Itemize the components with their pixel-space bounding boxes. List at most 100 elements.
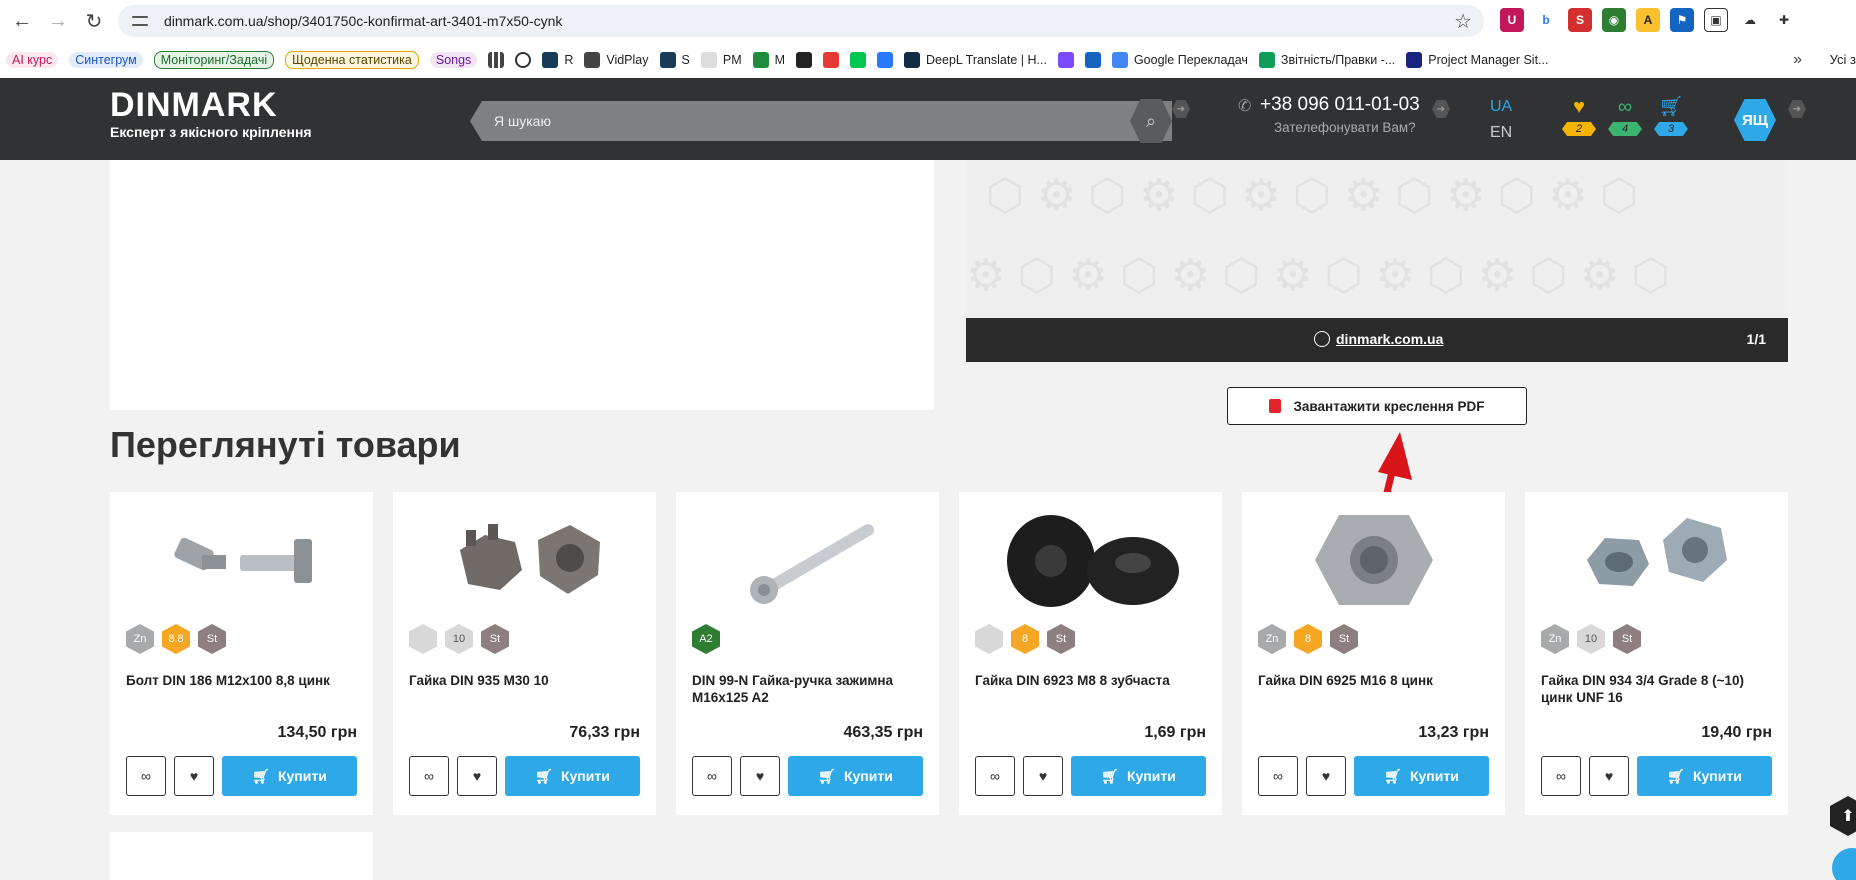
record-extension-icon[interactable]: ◉ <box>1602 8 1626 32</box>
compare-button[interactable]: ∞ <box>1541 756 1581 796</box>
address-bar[interactable]: dinmark.com.ua/shop/3401750c-konfirmat-a… <box>118 5 1484 37</box>
bookmark-item[interactable]: M <box>752 52 785 68</box>
technical-drawing[interactable]: ⬡ ⚙ ⬡ ⚙ ⬡ ⚙ ⬡ ⚙ ⬡ ⚙ ⬡ ⚙ ⬡ ⚙ ⬡ ⚙ ⬡ ⚙ ⬡ ⚙ … <box>966 160 1788 318</box>
telegram-icon[interactable] <box>1832 848 1856 880</box>
s-extension-icon[interactable]: S <box>1568 8 1592 32</box>
compare-button[interactable]: ∞ <box>409 756 449 796</box>
buy-button[interactable]: 🛒︎ Купити <box>1354 756 1489 796</box>
bookmark-label: Синтегрум <box>75 53 137 67</box>
product-card[interactable]: Zn 8 St Гайка DIN 6925 M16 8 цинк 13,23 грн ∞… <box>1242 492 1505 815</box>
bookmark-item[interactable] <box>488 52 505 68</box>
buy-button[interactable]: 🛒︎ Купити <box>505 756 640 796</box>
product-card[interactable]: Zn 10 St Гайка DIN 934 3/4 Grade 8 (~10) ци… <box>1525 492 1788 815</box>
forward-icon[interactable]: → <box>42 5 74 37</box>
back-icon[interactable]: ← <box>6 5 38 37</box>
bookmark-item[interactable]: S <box>659 52 690 68</box>
bookmarks-overflow-icon[interactable]: » <box>1793 51 1802 69</box>
bookmark-item[interactable] <box>1057 52 1074 68</box>
product-actions: ∞ ♥ 🛒︎ Купити <box>126 756 357 796</box>
bookmark-item[interactable]: Щоденна статистика <box>285 51 419 69</box>
bookmark-item[interactable]: VidPlay <box>584 52 649 68</box>
bookmark-star-icon[interactable]: ☆ <box>1454 9 1472 34</box>
phone-block[interactable]: ✆ +38 096 011-01-03 Зателефонувати Вам? <box>1238 94 1420 135</box>
product-card[interactable]: 8 St Гайка DIN 6923 M8 8 зубчаста 1,69 грн ∞… <box>959 492 1222 815</box>
bookmark-item[interactable] <box>1084 52 1101 68</box>
favorite-button[interactable]: ♥ <box>1023 756 1063 796</box>
product-card[interactable]: A2 DIN 99-N Гайка-ручка зажимна M16x125 A… <box>676 492 939 815</box>
b-extension-icon[interactable]: b <box>1534 8 1558 32</box>
lang-en[interactable]: EN <box>1490 120 1512 146</box>
compare-button[interactable]: ∞ <box>692 756 732 796</box>
material-badge: St <box>1613 624 1641 654</box>
callback-link[interactable]: Зателефонувати Вам? <box>1274 120 1420 135</box>
translate-extension-icon[interactable]: A <box>1636 8 1660 32</box>
product-image[interactable] <box>969 500 1212 620</box>
search-arrow-icon[interactable]: ➔ <box>1172 100 1190 118</box>
product-price: 13,23 грн <box>1418 724 1489 741</box>
product-image[interactable] <box>686 500 929 620</box>
product-name[interactable]: Гайка DIN 935 M30 10 <box>409 672 644 689</box>
bookmark-item[interactable] <box>877 52 894 68</box>
drawing-site-link[interactable]: dinmark.com.ua <box>1336 331 1443 347</box>
product-image[interactable] <box>120 500 363 620</box>
bookmark-item[interactable]: DeepL Translate | Н... <box>904 52 1047 68</box>
all-bookmarks-folder[interactable]: Усі з <box>1830 52 1856 67</box>
favorite-button[interactable]: ♥ <box>1589 756 1629 796</box>
compare-button[interactable]: ∞ <box>126 756 166 796</box>
lang-ua[interactable]: UA <box>1490 94 1512 120</box>
download-pdf-button[interactable]: Завантажити креслення PDF <box>1227 387 1527 425</box>
account-arrow-icon[interactable]: ➔ <box>1788 100 1806 118</box>
bookmark-item[interactable]: Project Manager Sit... <box>1406 52 1548 68</box>
cloud-extension-icon[interactable]: ☁ <box>1738 8 1762 32</box>
user-avatar[interactable]: ЯЩ <box>1734 99 1776 141</box>
bookmark-item[interactable]: Songs <box>429 52 478 68</box>
product-card-partial[interactable] <box>110 832 373 880</box>
puzzle-extension-icon[interactable]: ✚ <box>1772 8 1796 32</box>
product-name[interactable]: Гайка DIN 6923 M8 8 зубчаста <box>975 672 1210 689</box>
product-name[interactable]: DIN 99-N Гайка-ручка зажимна M16x125 A2 <box>692 672 927 706</box>
bookmark-item[interactable]: R <box>542 52 573 68</box>
bookmark-item[interactable]: Звітність/Правки -... <box>1258 52 1395 68</box>
compare-button[interactable]: ∞ <box>1258 756 1298 796</box>
buy-button[interactable]: 🛒︎ Купити <box>1071 756 1206 796</box>
product-image[interactable] <box>1252 500 1495 620</box>
favorites-button[interactable]: ♥ 2 <box>1561 96 1597 137</box>
buy-button[interactable]: 🛒︎ Купити <box>222 756 357 796</box>
image-extension-icon[interactable]: ▣ <box>1704 8 1728 32</box>
product-name[interactable]: Гайка DIN 934 3/4 Grade 8 (~10) цинк UNF… <box>1541 672 1776 706</box>
cart-button[interactable]: 🛒︎ 3 <box>1653 96 1689 137</box>
shield-extension-icon[interactable]: U <box>1500 8 1524 32</box>
bookmark-item[interactable] <box>515 52 532 68</box>
favorite-button[interactable]: ♥ <box>174 756 214 796</box>
bookmarks-bar: AI курс Синтегрум Моніторинг/Задачі Щоденна… <box>0 42 1856 78</box>
favorite-button[interactable]: ♥ <box>740 756 780 796</box>
flag-extension-icon[interactable]: ⚑ <box>1670 8 1694 32</box>
site-info-icon[interactable] <box>132 13 148 29</box>
compare-button[interactable]: ∞ <box>975 756 1015 796</box>
compare-button[interactable]: ∞ 4 <box>1607 96 1643 137</box>
favorite-button[interactable]: ♥ <box>1306 756 1346 796</box>
phone-arrow-icon[interactable]: ➔ <box>1432 100 1450 118</box>
site-logo[interactable]: DINMARK Експерт з якісного кріплення <box>110 88 312 140</box>
buy-button[interactable]: 🛒︎ Купити <box>1637 756 1772 796</box>
product-image[interactable] <box>403 500 646 620</box>
phone-number[interactable]: +38 096 011-01-03 <box>1260 94 1420 116</box>
product-name[interactable]: Болт DIN 186 M12x100 8,8 цинк <box>126 672 361 689</box>
scroll-top-button[interactable]: ⬆ <box>1830 796 1856 836</box>
product-card[interactable]: 10 St Гайка DIN 935 M30 10 76,33 грн ∞ ♥ 🛒︎ Куп… <box>393 492 656 815</box>
bookmark-item[interactable]: PM <box>700 52 742 68</box>
search-input[interactable] <box>470 101 1070 141</box>
favorite-button[interactable]: ♥ <box>457 756 497 796</box>
product-name[interactable]: Гайка DIN 6925 M16 8 цинк <box>1258 672 1493 689</box>
reload-icon[interactable]: ↻ <box>78 5 110 37</box>
bookmark-item[interactable]: Синтегрум <box>69 52 143 68</box>
bookmark-item[interactable] <box>850 52 867 68</box>
bookmark-item[interactable]: AI курс <box>6 52 59 68</box>
bookmark-item[interactable]: Моніторинг/Задачі <box>153 51 275 69</box>
product-card[interactable]: Zn 8.8 St Болт DIN 186 M12x100 8,8 цинк 134,… <box>110 492 373 815</box>
buy-button[interactable]: 🛒︎ Купити <box>788 756 923 796</box>
bookmark-item[interactable] <box>823 52 840 68</box>
bookmark-item[interactable] <box>796 52 813 68</box>
product-image[interactable] <box>1535 500 1778 620</box>
bookmark-item[interactable]: Google Перекладач <box>1111 52 1248 68</box>
